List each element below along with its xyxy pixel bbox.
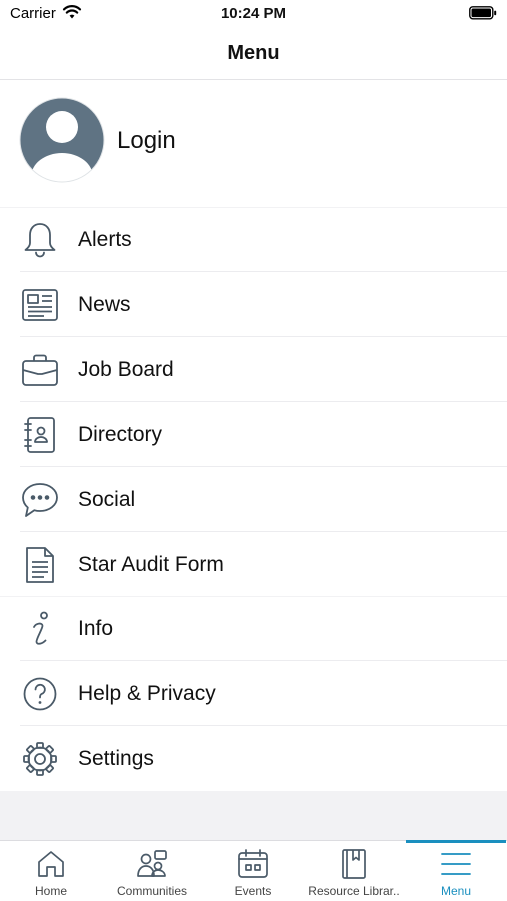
tab-label: Home: [34, 884, 67, 898]
tab-label: Events: [234, 884, 272, 898]
menu-group-primary: Alerts News Job Board Directory Social S…: [0, 208, 507, 596]
calendar-icon: [238, 849, 268, 878]
hamburger-icon: [441, 853, 471, 875]
tab-events[interactable]: Events: [203, 841, 303, 901]
menu-item-star-audit-form[interactable]: Star Audit Form: [0, 533, 507, 597]
bell-icon: [20, 221, 60, 259]
menu-item-label: Directory: [78, 423, 163, 446]
tab-bar: Home Communities Events Resource Librar.…: [0, 840, 507, 901]
communities-icon: [137, 850, 167, 877]
page-title: Menu: [227, 42, 280, 64]
chat-bubble-icon: [20, 481, 60, 519]
active-tab-indicator: [406, 840, 506, 843]
menu-item-info[interactable]: Info: [0, 597, 507, 661]
tab-label: Communities: [116, 884, 188, 898]
menu-item-news[interactable]: News: [0, 273, 507, 337]
tab-label: Resource Librar..: [308, 884, 400, 898]
menu-item-settings[interactable]: Settings: [0, 727, 507, 791]
navigation-bar: Menu: [0, 28, 507, 80]
menu-item-social[interactable]: Social: [0, 468, 507, 532]
home-icon: [38, 851, 64, 877]
bookmark-book-icon: [342, 849, 366, 879]
menu-item-label: Help & Privacy: [78, 682, 216, 705]
status-time: 10:24 PM: [220, 5, 287, 22]
gear-icon: [20, 740, 60, 778]
menu-item-label: Alerts: [78, 228, 132, 251]
menu-item-label: Settings: [78, 747, 154, 770]
menu-item-label: Star Audit Form: [78, 553, 224, 576]
tab-communities[interactable]: Communities: [102, 841, 202, 901]
divider: [20, 660, 507, 661]
status-bar: Carrier 10:24 PM: [0, 0, 507, 28]
menu-item-label: Job Board: [78, 358, 174, 381]
divider: [20, 401, 507, 402]
menu-item-label: Social: [78, 488, 136, 511]
menu-item-help-privacy[interactable]: Help & Privacy: [0, 662, 507, 726]
document-icon: [20, 546, 60, 584]
address-book-icon: [20, 416, 60, 454]
tab-label: Menu: [440, 884, 472, 898]
newspaper-icon: [20, 286, 60, 324]
menu-item-alerts[interactable]: Alerts: [0, 208, 507, 272]
tab-resource-library[interactable]: Resource Librar..: [304, 841, 404, 901]
tab-home[interactable]: Home: [1, 841, 101, 901]
divider: [20, 466, 507, 467]
menu-group-secondary: Info Help & Privacy Settings: [0, 597, 507, 791]
divider: [20, 336, 507, 337]
menu-item-label: News: [78, 293, 131, 316]
question-icon: [20, 675, 60, 713]
divider: [20, 531, 507, 532]
menu-item-job-board[interactable]: Job Board: [0, 338, 507, 402]
login-label: Login: [117, 127, 176, 154]
menu-item-directory[interactable]: Directory: [0, 403, 507, 467]
login-row[interactable]: Login: [0, 80, 507, 207]
divider: [20, 271, 507, 272]
battery-icon: [469, 6, 497, 25]
divider: [20, 725, 507, 726]
menu-item-label: Info: [78, 617, 114, 640]
avatar: [19, 97, 105, 188]
briefcase-icon: [20, 351, 60, 389]
info-icon: [20, 610, 60, 648]
tab-menu[interactable]: Menu: [406, 840, 506, 901]
